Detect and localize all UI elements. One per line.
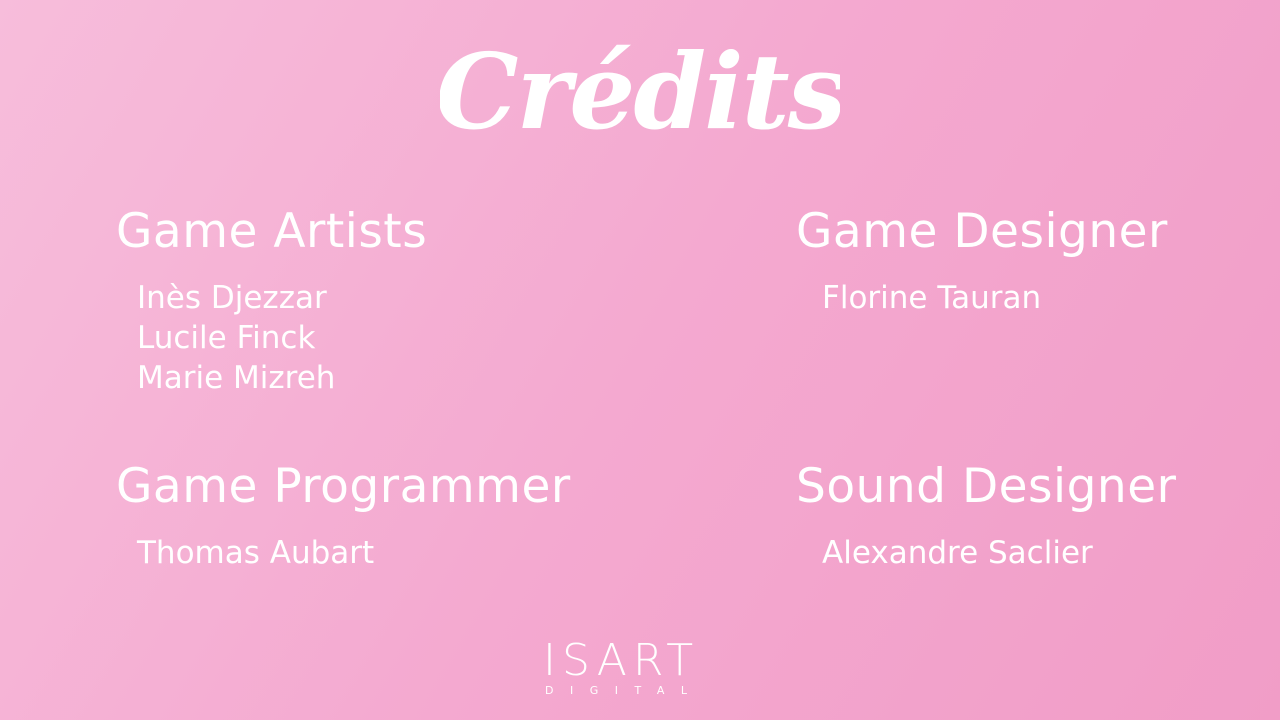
isart-digital-logo: ISART DIGITAL	[540, 638, 740, 704]
name-list: Thomas Aubart	[116, 533, 571, 573]
credit-name: Marie Mizreh	[137, 360, 336, 396]
credit-name: Lucile Finck	[137, 320, 316, 356]
credit-name: Thomas Aubart	[137, 535, 375, 571]
section-game-programmer: Game Programmer Thomas Aubart	[116, 459, 571, 573]
credit-name: Inès Djezzar	[137, 280, 327, 316]
credits-title-text: Crédits	[440, 30, 840, 153]
section-game-designer: Game Designer Florine Tauran	[796, 204, 1168, 318]
credits-title-lettering: Crédits	[440, 30, 840, 153]
name-list: Inès Djezzar Lucile Finck Marie Mizreh	[116, 278, 427, 398]
credit-name: Florine Tauran	[822, 280, 1042, 316]
section-heading: Game Programmer	[116, 459, 571, 514]
section-heading: Game Artists	[116, 204, 428, 259]
name-list: Florine Tauran	[796, 278, 1168, 318]
credit-name: Alexandre Saclier	[822, 535, 1093, 571]
credits-title: Crédits	[440, 10, 840, 160]
section-sound-designer: Sound Designer Alexandre Saclier	[796, 459, 1176, 573]
logo-subtitle: DIGITAL	[545, 684, 704, 697]
section-heading: Game Designer	[796, 204, 1168, 259]
section-heading: Sound Designer	[796, 459, 1177, 514]
section-game-artists: Game Artists Inès Djezzar Lucile Finck M…	[116, 204, 427, 398]
logo-wordmark: ISART	[543, 635, 700, 686]
name-list: Alexandre Saclier	[796, 533, 1176, 573]
credits-screen: Crédits Game Artists Inès Djezzar Lucile…	[0, 0, 1280, 720]
